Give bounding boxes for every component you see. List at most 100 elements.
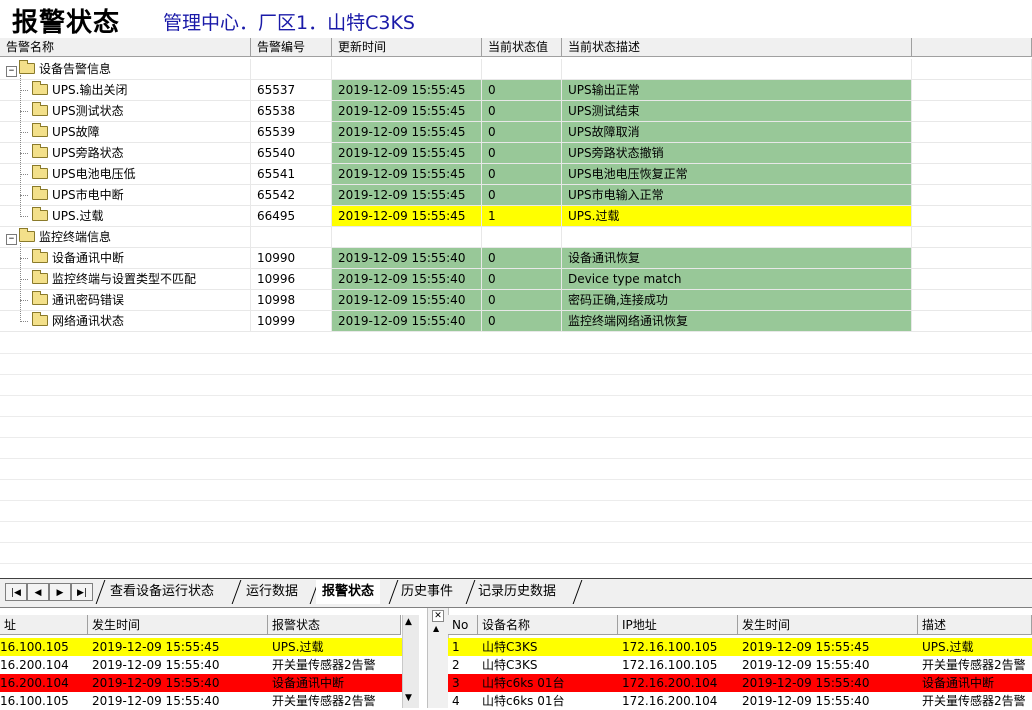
right-event-row[interactable]: 2 山特C3KS 172.16.100.105 2019-12-09 15:55:40…: [448, 656, 1032, 674]
alarm-id: 10998: [251, 290, 332, 310]
alarm-name-cell[interactable]: 设备通讯中断: [0, 248, 251, 268]
left-event-row[interactable]: 16.100.105 2019-12-09 15:55:40 开关量传感器2告警: [0, 692, 402, 710]
current-value: 0: [482, 185, 562, 205]
update-time: 2019-12-09 15:55:45: [332, 80, 482, 100]
location-path: 管理中心．厂区1．山特C3KS: [163, 12, 415, 34]
empty-cell: [912, 269, 1032, 289]
alarm-name-cell[interactable]: UPS.输出关闭: [0, 80, 251, 100]
tree-group-row[interactable]: − 设备告警信息: [0, 59, 1032, 80]
empty-grid-row: [0, 500, 1032, 501]
left-event-row[interactable]: 16.200.104 2019-12-09 15:55:40 设备通讯中断: [0, 674, 402, 692]
right-col-header-device[interactable]: 设备名称: [478, 615, 618, 635]
tab-history-events[interactable]: 历史事件: [395, 580, 459, 604]
alarm-name-cell[interactable]: 监控终端与设置类型不匹配: [0, 269, 251, 289]
event-ip: 172.16.100.105: [622, 640, 718, 654]
first-tab-button[interactable]: |◀: [5, 583, 27, 601]
close-icon[interactable]: ✕: [432, 610, 444, 622]
alarm-row[interactable]: UPS电池电压低 65541 2019-12-09 15:55:45 0 UPS电池电压…: [0, 164, 1032, 185]
alarm-row[interactable]: UPS测试状态 65538 2019-12-09 15:55:45 0 UPS测试结束: [0, 101, 1032, 122]
tree-group-cell[interactable]: − 设备告警信息: [0, 59, 251, 79]
tab-device-status[interactable]: 查看设备运行状态: [104, 580, 220, 604]
alarm-name-cell[interactable]: UPS电池电压低: [0, 164, 251, 184]
alarm-name-cell[interactable]: UPS.过载: [0, 206, 251, 226]
right-col-header-time[interactable]: 发生时间: [738, 615, 918, 635]
prev-tab-button[interactable]: ◀: [27, 583, 49, 601]
alarm-name-cell[interactable]: UPS测试状态: [0, 101, 251, 121]
col-header-current-value[interactable]: 当前状态值: [482, 38, 562, 57]
right-event-row[interactable]: 1 山特C3KS 172.16.100.105 2019-12-09 15:55:45…: [448, 638, 1032, 656]
alarm-name: 监控终端与设置类型不匹配: [52, 272, 197, 286]
left-event-row[interactable]: 16.200.104 2019-12-09 15:55:40 开关量传感器2告警: [0, 656, 402, 674]
event-no: 4: [452, 694, 460, 708]
right-event-row[interactable]: 4 山特c6ks 01台 172.16.200.104 2019-12-09 15:5…: [448, 692, 1032, 710]
tab-run-data[interactable]: 运行数据: [240, 580, 304, 604]
scroll-down-icon[interactable]: ▼: [405, 693, 412, 703]
next-tab-button[interactable]: ▶: [49, 583, 71, 601]
page-title: 报警状态: [12, 8, 121, 38]
alarm-row[interactable]: UPS.过载 66495 2019-12-09 15:55:45 1 UPS.过载: [0, 206, 1032, 227]
folder-icon: [32, 207, 48, 221]
alarm-row[interactable]: UPS市电中断 65542 2019-12-09 15:55:45 0 UPS市电输入正…: [0, 185, 1032, 206]
tree-connector: [20, 90, 28, 91]
left-event-row[interactable]: 16.100.105 2019-12-09 15:55:45 UPS.过载: [0, 638, 402, 656]
current-value: 0: [482, 269, 562, 289]
event-time: 2019-12-09 15:55:45: [92, 640, 220, 654]
scroll-up-icon[interactable]: ▲: [405, 617, 412, 627]
left-col-header-status[interactable]: 报警状态: [268, 615, 401, 635]
current-desc: UPS.过载: [562, 206, 912, 226]
collapse-toggle-icon[interactable]: −: [6, 66, 17, 77]
current-desc: Device type match: [562, 269, 912, 289]
col-header-current-desc[interactable]: 当前状态描述: [562, 38, 912, 57]
event-status: 开关量传感器2告警: [272, 658, 376, 672]
folder-icon: [32, 291, 48, 305]
col-header-alarm-name[interactable]: 告警名称: [0, 38, 251, 57]
collapse-toggle-icon[interactable]: −: [6, 234, 17, 245]
alarm-name-cell[interactable]: 通讯密码错误: [0, 290, 251, 310]
scroll-up-icon[interactable]: ▲: [433, 624, 439, 633]
right-event-row[interactable]: 3 山特c6ks 01台 172.16.200.104 2019-12-09 15:5…: [448, 674, 1032, 692]
empty-cell: [912, 206, 1032, 226]
event-ip: 172.16.200.104: [622, 676, 718, 690]
tree-group-row[interactable]: − 监控终端信息: [0, 227, 1032, 248]
event-status: 开关量传感器2告警: [272, 694, 376, 708]
empty-cell: [912, 101, 1032, 121]
alarm-id: 65540: [251, 143, 332, 163]
panel-splitter[interactable]: ✕ ▲: [427, 608, 449, 708]
alarm-name-cell[interactable]: UPS旁路状态: [0, 143, 251, 163]
event-ip: 172.16.200.104: [622, 694, 718, 708]
left-col-header-address[interactable]: 址: [0, 615, 88, 635]
event-time: 2019-12-09 15:55:40: [742, 694, 870, 708]
empty-cell: [912, 80, 1032, 100]
tree-connector: [20, 195, 28, 196]
event-status: 设备通讯中断: [272, 676, 345, 690]
right-col-header-ip[interactable]: IP地址: [618, 615, 738, 635]
empty-grid-row: [0, 395, 1032, 396]
left-col-header-time[interactable]: 发生时间: [88, 615, 268, 635]
last-tab-button[interactable]: ▶|: [71, 583, 93, 601]
alarm-row[interactable]: 监控终端与设置类型不匹配 10996 2019-12-09 15:55:40 0 Dev…: [0, 269, 1032, 290]
alarm-name-cell[interactable]: 网络通讯状态: [0, 311, 251, 331]
tab-alarm-status[interactable]: 报警状态: [316, 580, 381, 604]
left-scrollbar[interactable]: ▲ ▼: [402, 615, 419, 708]
alarm-row[interactable]: 网络通讯状态 10999 2019-12-09 15:55:40 0 监控终端网络通讯恢…: [0, 311, 1032, 332]
empty-cell: [251, 59, 332, 79]
update-time: 2019-12-09 15:55:40: [332, 248, 482, 268]
col-header-update-time[interactable]: 更新时间: [332, 38, 482, 57]
alarm-row[interactable]: 设备通讯中断 10990 2019-12-09 15:55:40 0 设备通讯恢复: [0, 248, 1032, 269]
right-col-header-no[interactable]: No: [448, 615, 478, 635]
col-header-alarm-id[interactable]: 告警编号: [251, 38, 332, 57]
alarm-row[interactable]: 通讯密码错误 10998 2019-12-09 15:55:40 0 密码正确,连接成功: [0, 290, 1032, 311]
alarm-name-cell[interactable]: UPS故障: [0, 122, 251, 142]
alarm-name-cell[interactable]: UPS市电中断: [0, 185, 251, 205]
current-desc: 设备通讯恢复: [562, 248, 912, 268]
event-no: 2: [452, 658, 460, 672]
folder-icon: [19, 60, 35, 74]
alarm-name: 通讯密码错误: [52, 293, 125, 307]
alarm-row[interactable]: UPS故障 65539 2019-12-09 15:55:45 0 UPS故障取消: [0, 122, 1032, 143]
alarm-row[interactable]: UPS.输出关闭 65537 2019-12-09 15:55:45 0 UPS输出正常: [0, 80, 1032, 101]
tree-group-cell[interactable]: − 监控终端信息: [0, 227, 251, 247]
current-desc: 监控终端网络通讯恢复: [562, 311, 912, 331]
alarm-row[interactable]: UPS旁路状态 65540 2019-12-09 15:55:45 0 UPS旁路状态撤…: [0, 143, 1032, 164]
right-col-header-desc[interactable]: 描述: [918, 615, 1032, 635]
tab-record-history[interactable]: 记录历史数据: [472, 580, 562, 604]
